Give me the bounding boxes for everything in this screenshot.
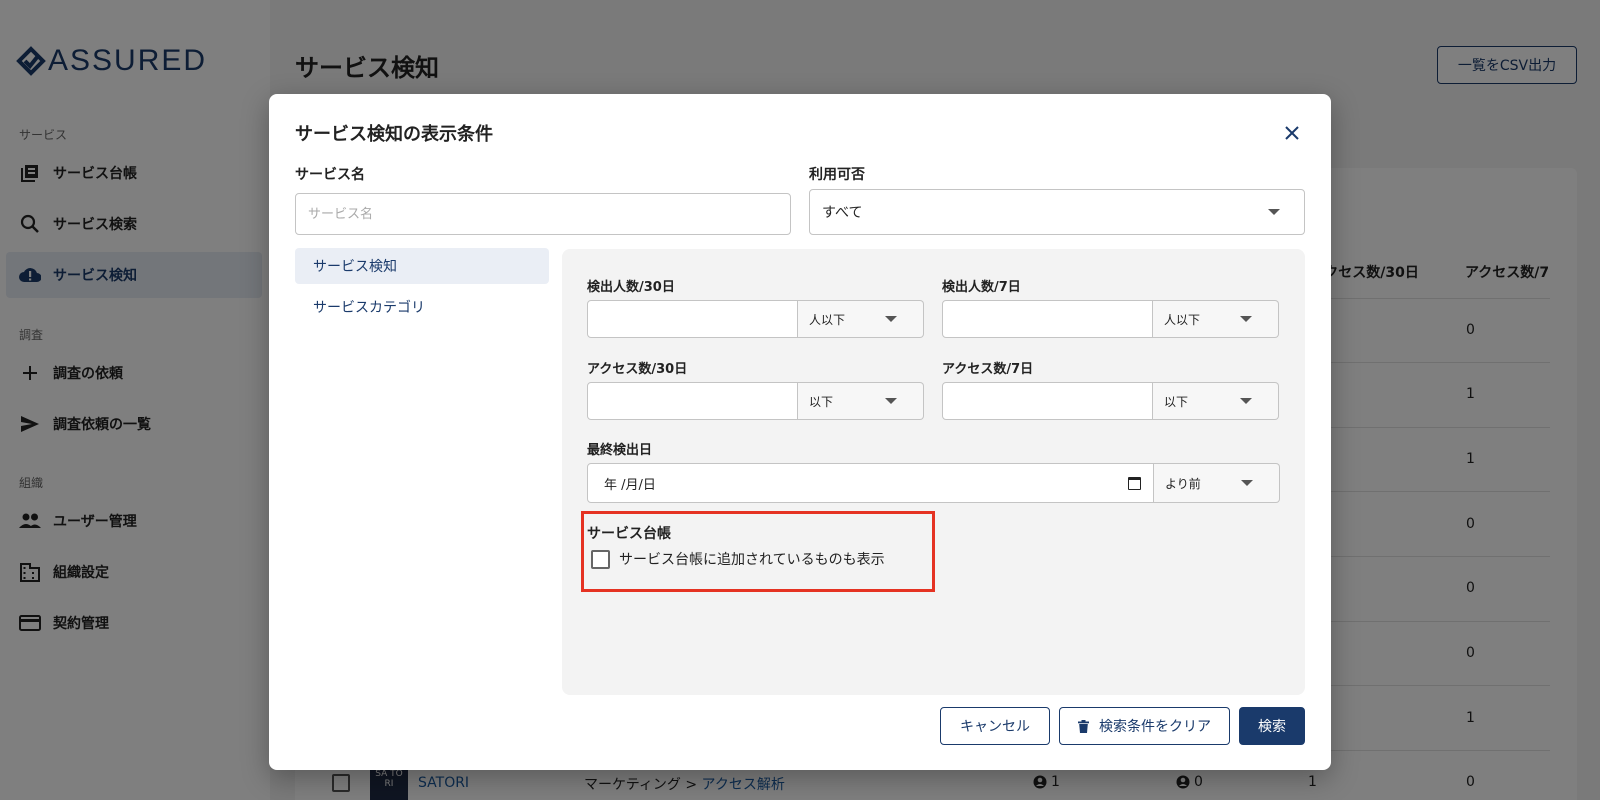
chevron-down-icon [1240,316,1252,322]
close-button[interactable] [1279,120,1305,146]
dialog-title: サービス検知の表示条件 [295,124,493,145]
availability-label: 利用可否 [809,167,865,183]
date-value: 年 /月/日 [604,477,656,493]
search-button[interactable]: 検索 [1239,707,1305,745]
trash-icon [1078,719,1089,733]
detect-30-label: 検出人数/30日 [587,280,675,295]
chevron-down-icon [885,398,897,404]
availability-select[interactable]: すべて [809,189,1305,235]
detect-7-input[interactable] [942,300,1153,338]
access-30-operator-select[interactable]: 以下 [798,382,924,420]
cancel-button[interactable]: キャンセル [940,707,1050,745]
access-30-label: アクセス数/30日 [587,362,688,377]
detect-30-operator-select[interactable]: 人以下 [798,300,924,338]
availability-value: すべて [822,205,863,221]
chevron-down-icon [1240,398,1252,404]
access-30-input[interactable] [587,382,798,420]
access-7-filter: 以下 [942,382,1279,420]
detect-7-operator-select[interactable]: 人以下 [1153,300,1279,338]
operator-value: 人以下 [809,312,846,327]
access-30-filter: 以下 [587,382,924,420]
operator-value: 以下 [809,394,834,409]
clear-conditions-button[interactable]: 検索条件をクリア [1059,707,1230,745]
tab-service-category[interactable]: サービスカテゴリ [295,289,549,325]
chevron-down-icon [1268,209,1280,215]
last-detected-filter: 年 /月/日 より前 [587,463,1280,503]
last-detected-date-input[interactable]: 年 /月/日 [587,463,1154,503]
ledger-label: サービス台帳 [587,526,671,542]
operator-value: より前 [1165,476,1201,491]
checkbox-box[interactable] [591,549,610,569]
operator-value: 人以下 [1164,312,1201,327]
last-detected-operator-select[interactable]: より前 [1154,463,1280,503]
last-detected-label: 最終検出日 [587,443,653,458]
detect-30-input[interactable] [587,300,798,338]
filter-dialog: サービス検知の表示条件 サービス名 利用可否 すべて サービス検知 サービスカテ… [269,94,1331,770]
service-name-input[interactable] [295,193,791,235]
ledger-checkbox-label: サービス台帳に追加されているものも表示 [619,552,885,568]
detect-7-filter: 人以下 [942,300,1279,338]
ledger-checkbox[interactable]: サービス台帳に追加されているものも表示 [591,549,885,569]
tab-service-detection[interactable]: サービス検知 [295,248,549,284]
chevron-down-icon [885,316,897,322]
detect-7-label: 検出人数/7日 [942,280,1021,295]
access-7-operator-select[interactable]: 以下 [1153,382,1279,420]
operator-value: 以下 [1164,394,1189,409]
close-icon [1285,126,1299,140]
chevron-down-icon [1241,480,1253,486]
clear-button-label: 検索条件をクリア [1099,719,1211,735]
access-7-label: アクセス数/7日 [942,362,1034,377]
detect-30-filter: 人以下 [587,300,924,338]
calendar-icon[interactable] [1128,477,1141,490]
access-7-input[interactable] [942,382,1153,420]
service-name-label: サービス名 [295,167,365,183]
